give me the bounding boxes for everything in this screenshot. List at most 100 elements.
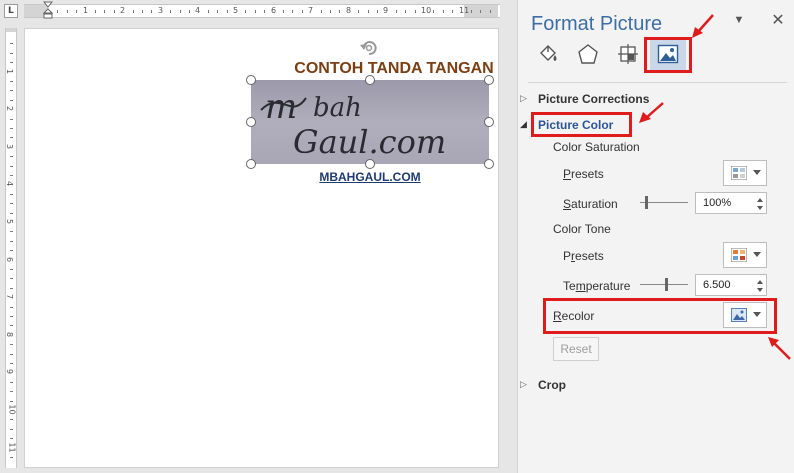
tab-selector[interactable]: L	[4, 4, 18, 18]
saturation-presets-label: Presets	[563, 167, 604, 181]
ruler-number: 9	[5, 368, 15, 375]
horizontal-ruler[interactable]: 1 2 3 4 5 6 7 8 9 10 11	[24, 4, 500, 18]
section-label: Crop	[538, 378, 566, 392]
ruler-tick	[208, 10, 209, 13]
spin-down-icon[interactable]	[757, 288, 763, 292]
ruler-tick	[10, 429, 13, 430]
signature-line-2: Gaul.com	[293, 123, 446, 161]
ruler-tick	[415, 10, 416, 13]
rotate-handle-icon[interactable]	[358, 37, 380, 59]
signature-picture[interactable]: m bah Gaul.com	[251, 80, 489, 164]
ruler-tick	[10, 307, 13, 308]
ruler-number: 4	[195, 6, 201, 15]
ruler-tick	[10, 119, 13, 120]
ruler-tick	[10, 354, 13, 355]
ruler-tick	[151, 10, 152, 13]
temperature-spinner[interactable]: 6.500	[695, 274, 767, 296]
ruler-tick	[358, 10, 359, 13]
pane-divider	[528, 82, 787, 83]
resize-handle[interactable]	[365, 75, 375, 85]
ruler-number: 3	[158, 6, 164, 15]
spin-up-icon[interactable]	[757, 198, 763, 202]
callout-box-recolor	[543, 298, 777, 334]
ruler-tick	[368, 10, 369, 13]
slider-thumb[interactable]	[645, 196, 648, 209]
ruler-tick	[10, 43, 13, 44]
ruler-number: 10	[7, 404, 17, 415]
ruler-tick	[10, 203, 13, 204]
document-page[interactable]: CONTOH TANDA TANGAN m bah Gaul.com MBAHG…	[24, 28, 499, 468]
tone-presets-dropdown[interactable]	[723, 242, 767, 268]
ruler-tick	[10, 62, 13, 63]
ruler-tick	[10, 269, 13, 270]
resize-handle[interactable]	[484, 159, 494, 169]
ruler-tick	[10, 100, 13, 101]
resize-handle[interactable]	[484, 117, 494, 127]
arrow-icon	[692, 14, 714, 38]
callout-box-picture-tab	[644, 37, 692, 73]
ruler-number: 7	[5, 293, 15, 300]
color-tone-heading: Color Tone	[553, 222, 611, 236]
ruler-tick	[302, 10, 303, 13]
ruler-tick	[433, 10, 434, 13]
resize-handle[interactable]	[246, 117, 256, 127]
word-window: L 1 2 3 4 5 6 7 8 9 10 11 1 2 3 4 5 6 7 8 9 10 11 CONTOH TAN…	[0, 0, 794, 473]
ruler-top-margin	[6, 28, 16, 32]
ruler-tick	[264, 10, 265, 13]
saturation-value: 100%	[703, 197, 732, 209]
tab-size-properties[interactable]	[610, 38, 646, 70]
temperature-slider[interactable]	[640, 275, 688, 295]
reset-button[interactable]: Reset	[553, 337, 599, 361]
ruler-tick	[10, 438, 13, 439]
spin-down-icon[interactable]	[757, 206, 763, 210]
ruler-tick	[10, 194, 13, 195]
slider-track	[640, 284, 688, 285]
picture-title: CONTOH TANDA TANGAN	[294, 60, 494, 77]
ruler-number: 1	[5, 68, 15, 75]
spin-up-icon[interactable]	[757, 280, 763, 284]
ruler-tick	[10, 391, 13, 392]
ruler-tick	[10, 278, 13, 279]
saturation-presets-dropdown[interactable]	[723, 160, 767, 186]
saturation-slider[interactable]	[640, 193, 688, 213]
section-crop[interactable]: ▷ Crop	[520, 378, 566, 392]
resize-handle[interactable]	[246, 159, 256, 169]
arrow-icon	[639, 102, 664, 123]
ruler-tick	[10, 213, 13, 214]
pane-options-icon[interactable]: ▼	[731, 12, 747, 28]
slider-thumb[interactable]	[665, 278, 668, 291]
ruler-tick	[189, 10, 190, 13]
ruler-number: 6	[271, 6, 277, 15]
tab-effects[interactable]	[570, 38, 606, 70]
ruler-tick	[10, 128, 13, 129]
chevron-down-icon	[753, 252, 761, 257]
tab-fill-line[interactable]	[530, 38, 566, 70]
ruler-number: 9	[383, 6, 389, 15]
accesskey: P	[563, 167, 572, 181]
ruler-tick	[10, 231, 13, 232]
ruler-tick	[330, 10, 331, 13]
close-icon[interactable]: ✕	[769, 12, 787, 30]
ruler-tick	[10, 401, 13, 402]
section-picture-corrections[interactable]: ▷ Picture Corrections	[520, 92, 649, 106]
ruler-tick	[396, 10, 397, 13]
ruler-tick	[10, 53, 13, 54]
temperature-value: 6.500	[703, 279, 731, 291]
ruler-tick	[321, 10, 322, 13]
pentagon-icon	[578, 44, 598, 64]
resize-handle[interactable]	[365, 159, 375, 169]
ruler-number: 11	[459, 6, 470, 15]
vertical-ruler[interactable]: 1 2 3 4 5 6 7 8 9 10 11	[5, 28, 17, 468]
ruler-tick	[10, 156, 13, 157]
resize-handle[interactable]	[484, 75, 494, 85]
paint-bucket-icon	[540, 45, 557, 61]
pane-title: Format Picture	[531, 13, 663, 35]
resize-handle[interactable]	[246, 75, 256, 85]
ruler-tick	[133, 10, 134, 13]
saturation-spinner[interactable]: 100%	[695, 192, 767, 214]
ruler-number: 8	[5, 331, 15, 338]
picture-caption: MBAHGAUL.COM	[319, 170, 421, 184]
indent-marker-icon[interactable]	[43, 1, 53, 19]
expand-triangle-icon: ▷	[520, 379, 527, 389]
ruler-tick	[104, 10, 105, 13]
